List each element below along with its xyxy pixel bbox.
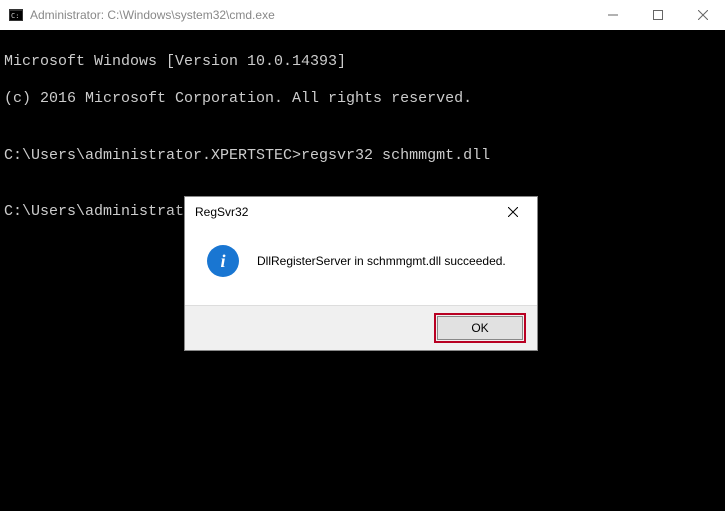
terminal-line: (c) 2016 Microsoft Corporation. All righ… bbox=[4, 90, 721, 109]
info-icon: i bbox=[207, 245, 239, 277]
terminal-line: Microsoft Windows [Version 10.0.14393] bbox=[4, 53, 721, 72]
terminal-line: C:\Users\administrator.XPERTSTEC>regsvr3… bbox=[4, 147, 721, 166]
window-titlebar: C: Administrator: C:\Windows\system32\cm… bbox=[0, 0, 725, 30]
dialog-close-button[interactable] bbox=[493, 198, 533, 226]
dialog-title: RegSvr32 bbox=[195, 205, 493, 219]
svg-text:C:: C: bbox=[11, 12, 19, 20]
maximize-button[interactable] bbox=[635, 0, 680, 30]
minimize-button[interactable] bbox=[590, 0, 635, 30]
close-button[interactable] bbox=[680, 0, 725, 30]
cmd-icon: C: bbox=[8, 7, 24, 23]
window-title: Administrator: C:\Windows\system32\cmd.e… bbox=[30, 8, 590, 22]
dialog-message: DllRegisterServer in schmmgmt.dll succee… bbox=[257, 254, 506, 268]
ok-button[interactable]: OK bbox=[437, 316, 523, 340]
dialog-titlebar: RegSvr32 bbox=[185, 197, 537, 227]
dialog-body: i DllRegisterServer in schmmgmt.dll succ… bbox=[185, 227, 537, 305]
dialog-footer: OK bbox=[185, 305, 537, 350]
regsvr32-dialog: RegSvr32 i DllRegisterServer in schmmgmt… bbox=[184, 196, 538, 351]
